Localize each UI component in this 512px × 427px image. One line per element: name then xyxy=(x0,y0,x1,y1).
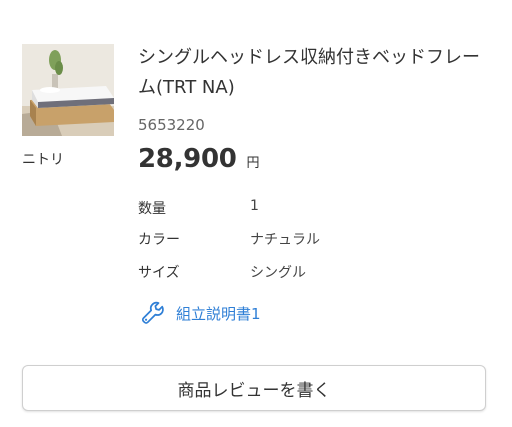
wrench-icon xyxy=(141,301,164,324)
assembly-manual-link[interactable]: 組立説明書1 xyxy=(140,300,261,326)
spec-value: 1 xyxy=(250,198,259,214)
spec-value: ナチュラル xyxy=(250,232,320,248)
spec-label: 数量 xyxy=(138,201,166,217)
bed-photo-icon xyxy=(22,44,114,136)
product-title: シングルヘッドレス収納付きベッドフレーム(TRT NA) xyxy=(138,47,480,98)
write-review-button[interactable]: 商品レビューを書く xyxy=(22,365,486,411)
price-row: 28,900 円 xyxy=(138,144,260,174)
spec-row-color: カラー ナチュラル xyxy=(138,229,320,249)
assembly-manual-label: 組立説明書1 xyxy=(176,304,261,323)
spec-label: カラー xyxy=(138,232,180,248)
spec-value: シングル xyxy=(250,265,306,281)
spec-label: サイズ xyxy=(138,265,180,281)
spec-row-size: サイズ シングル xyxy=(138,262,306,282)
product-code: 5653220 xyxy=(138,116,205,134)
price-value: 28,900 xyxy=(138,144,237,174)
brand-name: ニトリ xyxy=(22,152,64,168)
product-image[interactable] xyxy=(22,44,114,136)
price-unit: 円 xyxy=(246,156,260,171)
spec-row-quantity: 数量 1 xyxy=(138,198,259,218)
